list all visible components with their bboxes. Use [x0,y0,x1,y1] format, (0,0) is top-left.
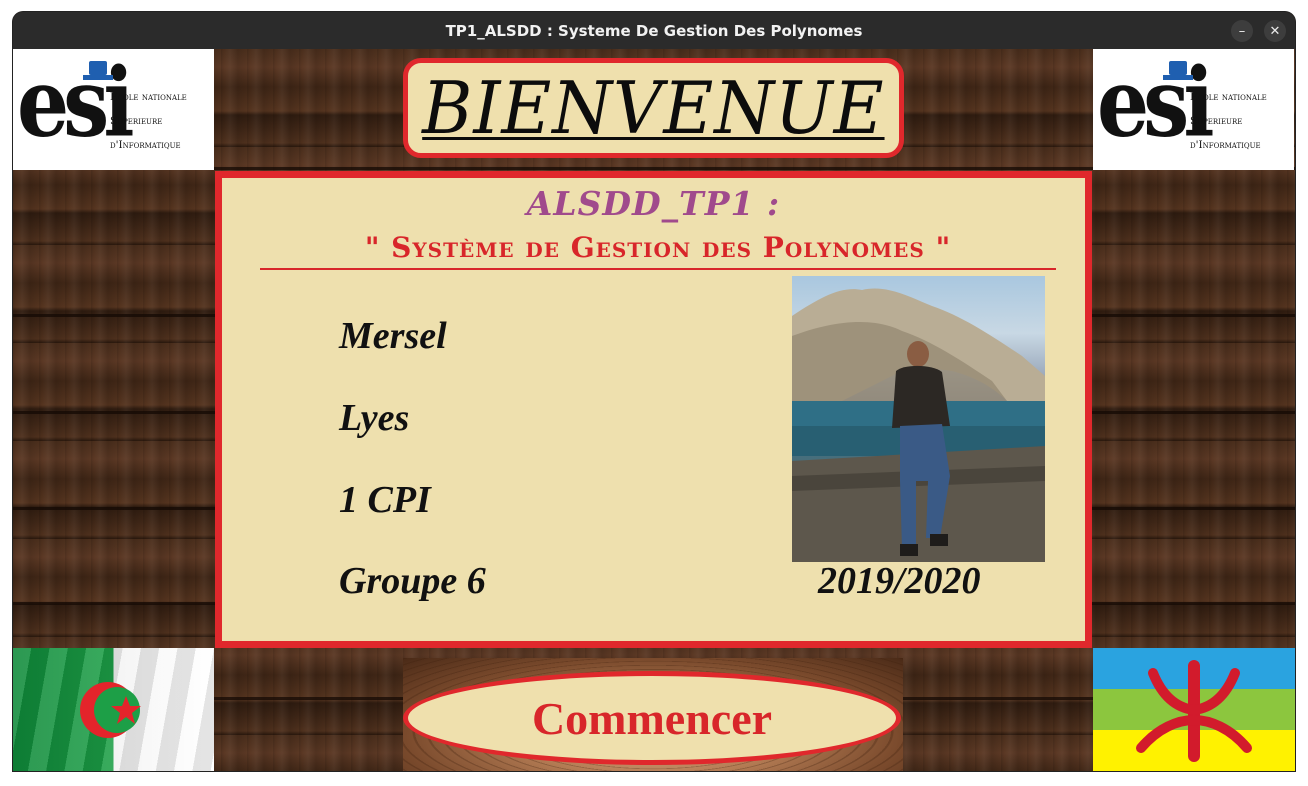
window-title: TP1_ALSDD : Systeme De Gestion Des Polyn… [445,21,863,40]
esi-line: Ecole nationale [110,91,187,103]
esi-line: Superieure [1190,115,1243,127]
esi-logo-text: Ecole nationale Superieure d'Informatiqu… [110,85,214,157]
level-text: 1 CPI [339,479,431,521]
esi-logo-right: esi Ecole nationale Superieure d'Informa… [1093,49,1294,170]
esi-line: d'Informatique [1190,139,1261,151]
amazigh-flag-icon [1093,648,1295,771]
close-button[interactable]: ✕ [1264,20,1286,42]
last-name: Lyes [339,397,410,439]
esi-line: Ecole nationale [1190,91,1267,103]
esi-logo-text: Ecole nationale Superieure d'Informatiqu… [1190,85,1294,157]
start-button[interactable]: Commencer [403,671,901,765]
project-title: " Système de Gestion des Polynomes " [260,228,1056,270]
computer-icon [1163,61,1193,80]
welcome-text: BIENVENUE [422,66,885,150]
info-panel: ALSDD_TP1 : " Système de Gestion des Pol… [215,171,1092,648]
student-photo [792,276,1045,562]
esi-logo-left: esi Ecole nationale Superieure d'Informa… [13,49,214,170]
minimize-icon: – [1238,23,1246,39]
esi-line: Superieure [110,115,163,127]
titlebar: TP1_ALSDD : Systeme De Gestion Des Polyn… [13,12,1295,49]
computer-icon [83,61,113,80]
algeria-flag-icon [13,648,214,771]
close-icon: ✕ [1269,23,1281,39]
academic-year: 2019/2020 [818,560,981,602]
wood-background: esi Ecole nationale Superieure d'Informa… [13,49,1295,771]
minimize-button[interactable]: – [1231,20,1253,42]
start-button-label: Commencer [531,692,773,744]
project-subtitle: ALSDD_TP1 : [526,184,781,223]
first-name: Mersel [339,315,447,357]
welcome-banner: BIENVENUE [403,58,904,158]
group-text: Groupe 6 [339,560,486,602]
esi-line: d'Informatique [110,139,181,151]
app-window: TP1_ALSDD : Systeme De Gestion Des Polyn… [13,12,1295,771]
